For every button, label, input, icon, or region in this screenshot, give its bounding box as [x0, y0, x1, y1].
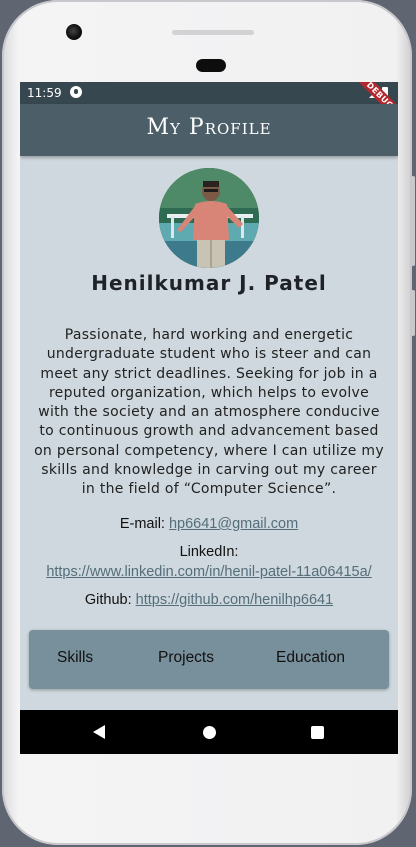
linkedin-label: LinkedIn: — [179, 544, 239, 560]
home-icon[interactable] — [203, 726, 216, 739]
linkedin-row: https://www.linkedin.com/in/henil-patel-… — [20, 564, 398, 580]
earpiece-bar — [172, 30, 254, 35]
avatar-photo — [159, 168, 259, 268]
avatar — [159, 168, 259, 268]
front-camera — [66, 24, 82, 40]
volume-button — [411, 176, 415, 266]
linkedin-link[interactable]: https://www.linkedin.com/in/henil-patel-… — [46, 564, 371, 580]
back-icon[interactable] — [93, 725, 105, 739]
earpiece-slot — [196, 59, 226, 72]
power-button — [411, 290, 415, 336]
profile-name: Henilkumar J. Patel — [91, 271, 327, 295]
notification-icon — [70, 86, 82, 98]
tab-skills[interactable]: Skills — [57, 649, 93, 667]
github-label: Github: — [84, 592, 136, 608]
app-bar: My Profile — [20, 104, 398, 156]
status-bar: 11:59 DEBUG — [20, 82, 398, 128]
email-link[interactable]: hp6641@gmail.com — [169, 516, 298, 532]
bottom-tab-bar: Skills Projects Education — [29, 630, 389, 689]
github-link[interactable]: https://github.com/henilhp6641 — [136, 592, 334, 608]
email-row: E-mail: hp6641@gmail.com — [20, 516, 398, 532]
tab-education[interactable]: Education — [276, 649, 345, 667]
app-screen: 11:59 DEBUG My Profile Henilkumar J. Pat… — [20, 82, 398, 754]
page-title: My Profile — [146, 115, 272, 140]
status-time: 11:59 — [27, 86, 62, 100]
github-row: Github: https://github.com/henilhp6641 — [20, 592, 398, 608]
email-label: E-mail: — [119, 516, 169, 532]
recents-icon[interactable] — [311, 726, 324, 739]
tab-projects[interactable]: Projects — [158, 649, 214, 667]
profile-bio: Passionate, hard working and energetic u… — [34, 327, 384, 498]
system-nav-bar — [20, 710, 398, 754]
